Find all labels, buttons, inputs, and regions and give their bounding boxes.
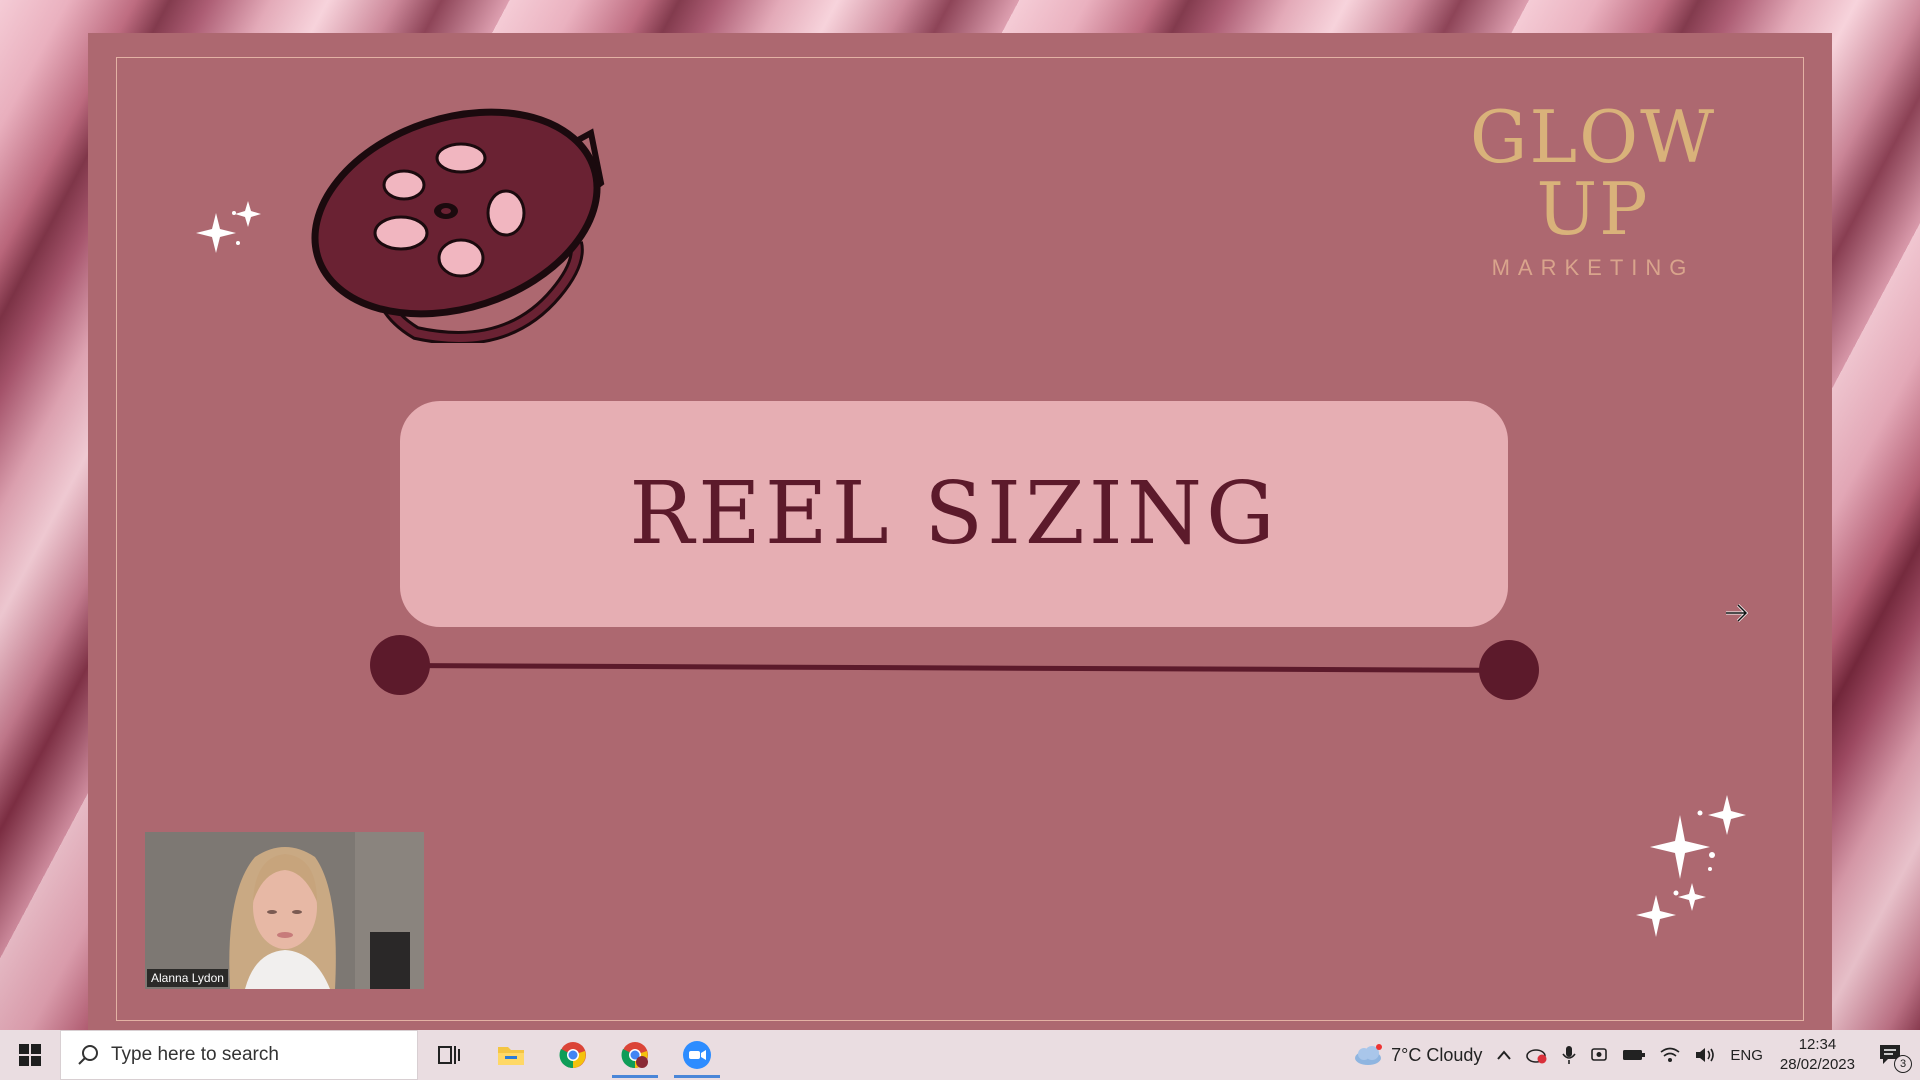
wifi-icon [1660,1047,1680,1062]
timeline-dot-start [370,635,430,695]
cloud-error-icon [1526,1049,1547,1064]
microphone-icon [1562,1046,1577,1064]
task-view-icon [438,1046,460,1064]
camera-icon [1591,1048,1608,1061]
sparkle-icon [1636,795,1746,937]
task-view-button[interactable] [418,1030,480,1080]
speaker-icon [1696,1048,1715,1062]
clock[interactable]: 12:34 28/02/2023 [1780,1035,1855,1075]
arrow-cursor-icon [1726,603,1749,623]
show-hidden-icons-button[interactable] [1496,1049,1512,1061]
battery-icon [1623,1050,1646,1060]
system-tray: 7°C Cloudy ENG 12:34 28/02/2023 3 [1346,1030,1920,1080]
participant-name-label: Alanna Lydon [147,969,228,987]
notifications-button[interactable]: 3 [1878,1043,1912,1073]
chrome-button[interactable] [542,1030,604,1080]
logo-title: GLOW UP [1469,95,1717,251]
network-status[interactable] [1660,1047,1680,1063]
clock-time: 12:34 [1798,1036,1837,1053]
weather-widget[interactable]: 7°C Cloudy [1353,1044,1482,1066]
windows-logo-icon [19,1044,41,1066]
taskbar-search[interactable]: Type here to search [60,1030,418,1080]
zoom-button[interactable] [666,1030,728,1080]
cloud-icon [1355,1044,1383,1065]
battery-status[interactable] [1622,1048,1646,1062]
windows-taskbar: Type here to search 7°C Cloudy ENG 12:34… [0,1030,1920,1080]
language-indicator[interactable]: ENG [1730,1047,1763,1064]
chrome-profile-icon [621,1042,648,1069]
volume-control[interactable] [1694,1046,1716,1064]
sparkle-icon [196,201,261,253]
search-placeholder: Type here to search [111,1044,279,1065]
title-box: REEL SIZING [400,401,1508,627]
notification-count-badge: 3 [1894,1055,1912,1073]
chrome-icon [559,1042,586,1069]
clock-date: 28/02/2023 [1779,1056,1855,1073]
chrome-profile-button[interactable] [604,1030,666,1080]
logo-subtitle: MARKETING [1491,255,1695,280]
file-explorer-button[interactable] [480,1030,542,1080]
brand-logo: GLOW UP MARKETING [1428,101,1758,281]
participant-video-image [145,832,424,989]
chevron-up-icon [1497,1050,1512,1060]
timeline-dot-end [1479,640,1539,700]
webcam-video[interactable]: Alanna Lydon [145,832,424,989]
search-icon [78,1045,98,1065]
onedrive-status[interactable] [1526,1046,1548,1064]
camera-status[interactable] [1590,1046,1608,1064]
zoom-icon [683,1041,711,1069]
microphone-status[interactable] [1562,1045,1577,1065]
slide-title: REEL SIZING [629,464,1279,564]
weather-text: 7°C Cloudy [1391,1044,1483,1065]
folder-icon [498,1047,524,1065]
start-button[interactable] [0,1030,60,1080]
film-reel-icon [311,108,605,343]
